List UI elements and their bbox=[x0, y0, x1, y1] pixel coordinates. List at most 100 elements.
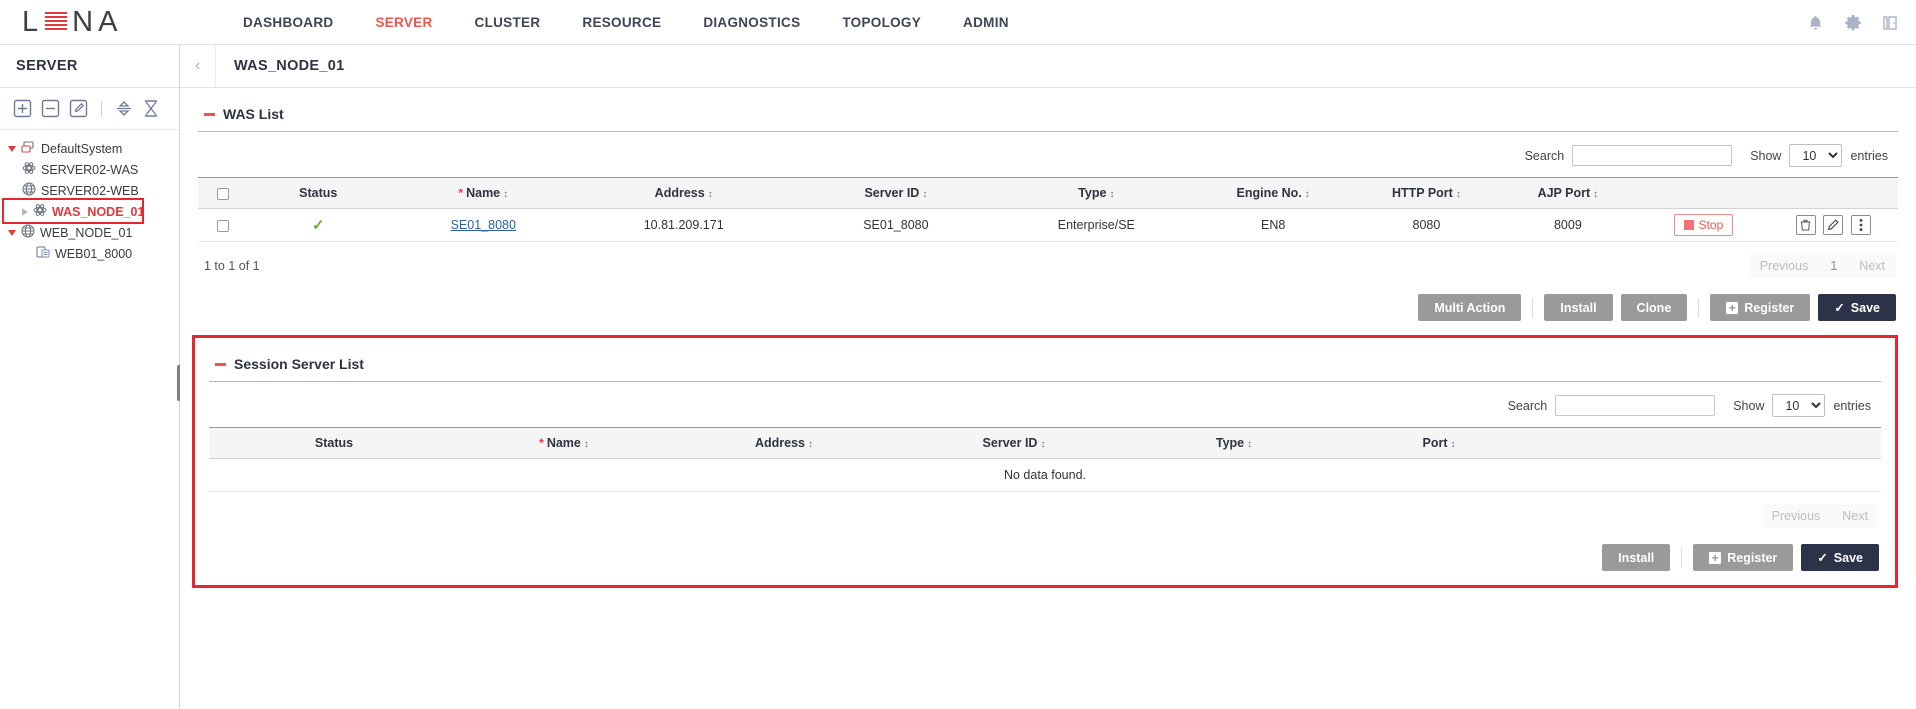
pagination-page-1[interactable]: 1 bbox=[1819, 254, 1848, 278]
tree-node-web-node-01[interactable]: WEB_NODE_01 bbox=[0, 222, 179, 243]
sort-icon[interactable] bbox=[115, 99, 133, 118]
web-icon bbox=[22, 182, 36, 199]
row-http-port-cell: 8080 bbox=[1356, 209, 1497, 242]
table-header-row: Status *Name↕ Address↕ Server ID↕ bbox=[209, 428, 1881, 459]
tree-node-server02-web[interactable]: SERVER02-WEB bbox=[0, 180, 179, 201]
was-list-buttons: Multi Action Install Clone + Register ✓ … bbox=[198, 278, 1898, 321]
clone-button[interactable]: Clone bbox=[1621, 294, 1688, 321]
bell-icon[interactable] bbox=[1808, 15, 1823, 31]
stop-button[interactable]: Stop bbox=[1674, 214, 1734, 236]
col-name[interactable]: *Name↕ bbox=[459, 428, 669, 459]
entries-select[interactable]: 102550100 bbox=[1789, 144, 1842, 167]
row-action-cell: Stop bbox=[1639, 209, 1769, 242]
nav-item-resource[interactable]: RESOURCE bbox=[561, 15, 682, 30]
logo-letter-n: N bbox=[72, 6, 95, 39]
col-server-id[interactable]: Server ID↕ bbox=[790, 178, 1002, 209]
tree-node-server02-was[interactable]: SERVER02-WAS bbox=[0, 159, 179, 180]
was-list-section: WAS List Search Show 102550100 entries bbox=[198, 88, 1898, 321]
row-status-cell: ✓ bbox=[248, 209, 389, 242]
edit-icon[interactable] bbox=[1823, 215, 1843, 235]
col-ajp-port[interactable]: AJP Port↕ bbox=[1497, 178, 1638, 209]
select-all-checkbox[interactable] bbox=[217, 188, 229, 200]
show-label: Show bbox=[1733, 399, 1764, 413]
nav-item-dashboard[interactable]: DASHBOARD bbox=[222, 15, 354, 30]
was-list-header[interactable]: WAS List bbox=[198, 88, 1898, 131]
col-address[interactable]: Address↕ bbox=[578, 178, 790, 209]
table-row[interactable]: ✓ SE01_8080 10.81.209.171 SE01_8080 Ente… bbox=[198, 209, 1898, 242]
server-tree: DefaultSystem SERVER02-WAS SERVER02-WEB bbox=[0, 130, 179, 264]
col-spacer bbox=[1539, 428, 1881, 459]
check-icon: ✓ bbox=[1834, 300, 1844, 315]
collapse-minus-icon[interactable] bbox=[215, 363, 226, 366]
col-type[interactable]: Type↕ bbox=[1129, 428, 1339, 459]
col-status[interactable]: Status bbox=[209, 428, 459, 459]
install-button[interactable]: Install bbox=[1602, 544, 1670, 571]
save-button[interactable]: ✓ Save bbox=[1801, 544, 1879, 571]
nav-item-admin[interactable]: ADMIN bbox=[942, 15, 1030, 30]
sort-icon: ↕ bbox=[922, 189, 927, 200]
required-star-icon: * bbox=[539, 436, 544, 450]
row-address-cell: 10.81.209.171 bbox=[578, 209, 790, 242]
session-list-table: Status *Name↕ Address↕ Server ID↕ bbox=[209, 427, 1881, 492]
col-name[interactable]: *Name↕ bbox=[389, 178, 578, 209]
register-button-label: Register bbox=[1744, 301, 1794, 315]
edit-icon[interactable] bbox=[69, 99, 88, 118]
row-checkbox[interactable] bbox=[217, 220, 229, 232]
register-button[interactable]: + Register bbox=[1693, 544, 1793, 571]
multi-action-button[interactable]: Multi Action bbox=[1418, 294, 1521, 321]
logout-icon[interactable] bbox=[1883, 15, 1898, 31]
remove-icon[interactable] bbox=[41, 99, 60, 118]
collapse-minus-icon[interactable] bbox=[204, 113, 215, 116]
register-button[interactable]: + Register bbox=[1710, 294, 1810, 321]
col-address-label: Address bbox=[755, 436, 805, 450]
expander-closed-icon[interactable] bbox=[22, 208, 28, 216]
nav-item-diagnostics[interactable]: DIAGNOSTICS bbox=[682, 15, 821, 30]
chevron-left-icon[interactable]: ‹ bbox=[180, 45, 216, 88]
nav-item-cluster[interactable]: CLUSTER bbox=[454, 15, 562, 30]
table-info: 1 to 1 of 1 bbox=[204, 259, 260, 273]
gear-icon[interactable] bbox=[1845, 15, 1861, 31]
main-content: ‹ WAS_NODE_01 WAS List Search Show 10255… bbox=[180, 45, 1916, 709]
expander-open-icon[interactable] bbox=[8, 230, 16, 236]
server-name-link[interactable]: SE01_8080 bbox=[451, 218, 516, 232]
pagination-previous[interactable]: Previous bbox=[1761, 504, 1832, 528]
pagination-previous[interactable]: Previous bbox=[1749, 254, 1820, 278]
tree-node-label: WEB_NODE_01 bbox=[40, 226, 132, 240]
nav-item-server[interactable]: SERVER bbox=[354, 15, 453, 30]
search-input[interactable] bbox=[1555, 395, 1715, 416]
row-tools-cell bbox=[1768, 209, 1898, 242]
sidebar: SERVER D bbox=[0, 45, 180, 709]
expander-open-icon[interactable] bbox=[8, 146, 16, 152]
col-address[interactable]: Address↕ bbox=[669, 428, 899, 459]
pagination-next[interactable]: Next bbox=[1848, 254, 1896, 278]
col-http-port[interactable]: HTTP Port↕ bbox=[1356, 178, 1497, 209]
more-icon[interactable] bbox=[1851, 215, 1871, 235]
nav-item-topology[interactable]: TOPOLOGY bbox=[821, 15, 942, 30]
col-engine-no[interactable]: Engine No.↕ bbox=[1191, 178, 1356, 209]
entries-select[interactable]: 102550100 bbox=[1772, 394, 1825, 417]
col-server-id[interactable]: Server ID↕ bbox=[899, 428, 1129, 459]
row-name-cell: SE01_8080 bbox=[389, 209, 578, 242]
web-icon bbox=[21, 224, 35, 241]
save-button[interactable]: ✓ Save bbox=[1818, 294, 1896, 321]
tree-node-defaultsystem[interactable]: DefaultSystem bbox=[0, 138, 179, 159]
filter-icon[interactable] bbox=[142, 99, 160, 118]
add-icon[interactable] bbox=[13, 99, 32, 118]
tree-node-web01-8000[interactable]: WEB01_8000 bbox=[0, 243, 179, 264]
col-type[interactable]: Type↕ bbox=[1002, 178, 1191, 209]
empty-message: No data found. bbox=[209, 459, 1881, 492]
pagination: Previous 1 Next bbox=[1749, 254, 1896, 278]
col-status[interactable]: Status bbox=[248, 178, 389, 209]
sidebar-item-was-node-01[interactable]: WAS_NODE_01 bbox=[0, 201, 179, 222]
install-button[interactable]: Install bbox=[1544, 294, 1612, 321]
col-port[interactable]: Port↕ bbox=[1339, 428, 1539, 459]
save-button-label: Save bbox=[1834, 551, 1863, 565]
delete-icon[interactable] bbox=[1796, 215, 1816, 235]
empty-row: No data found. bbox=[209, 459, 1881, 492]
pagination-next[interactable]: Next bbox=[1831, 504, 1879, 528]
sort-icon: ↕ bbox=[808, 439, 813, 450]
col-row-tools bbox=[1768, 178, 1898, 209]
search-label: Search bbox=[1525, 149, 1565, 163]
search-input[interactable] bbox=[1572, 145, 1732, 166]
session-list-header[interactable]: Session Server List bbox=[209, 338, 1881, 381]
